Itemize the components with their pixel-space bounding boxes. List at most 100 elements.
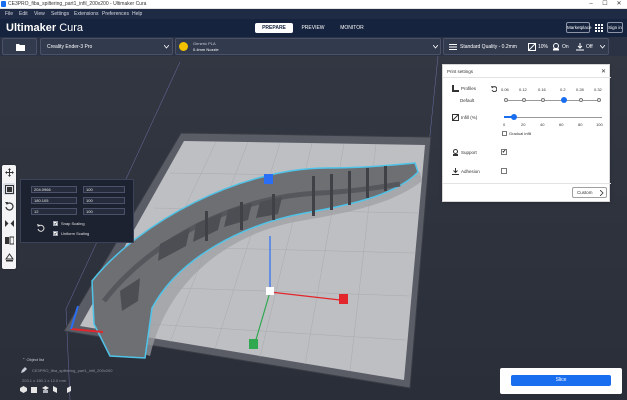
menu-view[interactable]: View [34, 11, 45, 17]
infill-tick: 40 [540, 122, 545, 127]
profiles-label: Profiles [461, 86, 477, 91]
tab-monitor[interactable]: MONITOR [334, 23, 370, 33]
mirror-tool[interactable] [3, 217, 15, 229]
menu-edit[interactable]: Edit [19, 11, 28, 17]
rotate-tool[interactable] [3, 200, 15, 212]
menu-file[interactable]: File [5, 11, 13, 17]
minimize-button[interactable]: – [585, 0, 597, 9]
z-percent-field[interactable]: 100 [83, 208, 125, 215]
x-percent-field[interactable]: 100 [83, 186, 125, 193]
object-list-item[interactable]: CE3PRO_fiba_spiltering_part1_infil_200x2… [32, 368, 113, 373]
center-handle[interactable] [266, 287, 274, 295]
view-front-icon[interactable] [31, 386, 38, 393]
open-file-button[interactable] [2, 38, 37, 55]
uniform-scaling-label: Uniform Scaling [61, 231, 90, 236]
z-axis-handle[interactable] [264, 174, 273, 184]
view-right-icon[interactable] [64, 386, 71, 393]
x-axis-handle[interactable] [339, 294, 348, 304]
profile-slider-handle[interactable] [561, 97, 567, 103]
window-title-bar: CE3PRO_fiba_spiltering_part1_infil_200x2… [0, 0, 627, 9]
adhesion-icon [576, 43, 584, 51]
gradual-infill-checkbox[interactable] [502, 131, 507, 136]
profile-slider-stop[interactable] [504, 98, 508, 102]
profile-tick: 0.06 [501, 87, 509, 92]
infill-tick: 60 [559, 122, 564, 127]
infill-icon [452, 114, 459, 121]
support-blocker-icon [4, 252, 14, 261]
app-header: Ultimaker Cura PREPARE PREVIEW MONITOR M… [0, 19, 627, 37]
per-model-settings-icon [4, 236, 14, 244]
profile-tick: 0.12 [519, 87, 527, 92]
folder-icon [16, 44, 25, 51]
reset-icon[interactable] [37, 224, 45, 232]
profile-slider-track[interactable] [505, 100, 600, 101]
scale-tool[interactable] [3, 183, 15, 195]
close-button[interactable]: ✕ [613, 0, 625, 9]
gradual-infill-label: Gradual infill [509, 131, 532, 136]
view-left-icon[interactable] [53, 386, 60, 393]
infill-icon [528, 43, 536, 51]
menu-extensions[interactable]: Extensions [74, 11, 98, 17]
infill-slider-track[interactable] [504, 117, 602, 118]
snap-scaling-label: Snap Scaling [61, 221, 85, 226]
pencil-icon[interactable] [21, 367, 27, 373]
printer-name: Creality Ender-3 Pro [47, 44, 93, 50]
view-top-icon[interactable] [42, 386, 49, 393]
close-panel-icon[interactable]: ✕ [601, 68, 606, 75]
profile-slider-stop[interactable] [541, 98, 545, 102]
signin-button[interactable]: Sign in [607, 22, 623, 33]
custom-button-label: Custom [577, 190, 593, 195]
profile-tick: 0.16 [538, 87, 546, 92]
scale-icon [4, 184, 14, 194]
app-logo: Ultimaker Cura [6, 22, 84, 34]
quality-label: Standard Quality - 0.2mm [460, 44, 517, 50]
chevron-down-icon [600, 45, 605, 49]
support-icon [553, 43, 559, 51]
tab-preview[interactable]: PREVIEW [297, 23, 329, 33]
menu-preferences[interactable]: Preferences [102, 11, 129, 17]
support-blocker-tool[interactable] [3, 251, 15, 263]
divider [443, 183, 611, 184]
infill-label: Infill (%) [461, 115, 478, 120]
tab-prepare[interactable]: PREPARE [255, 23, 293, 33]
adhesion-checkbox[interactable] [501, 168, 507, 174]
printer-selector[interactable]: Creality Ender-3 Pro [40, 38, 173, 55]
y-size-field[interactable]: 180.105 [31, 197, 77, 204]
support-checkbox[interactable]: ✔ [501, 149, 507, 155]
y-axis-handle[interactable] [249, 339, 258, 349]
menu-settings[interactable]: Settings [51, 11, 69, 17]
profile-slider-stop[interactable] [522, 98, 526, 102]
view-3d-icon[interactable] [20, 386, 27, 393]
snap-scaling-checkbox[interactable]: ✔ [53, 221, 58, 226]
x-size-field[interactable]: 204.0966 [31, 186, 77, 193]
per-model-settings-tool[interactable] [3, 234, 15, 246]
support-value: On [562, 44, 569, 50]
infill-slider-handle[interactable] [511, 114, 517, 120]
custom-settings-button[interactable]: Custom [572, 187, 607, 198]
slice-button[interactable]: Slice [511, 375, 611, 386]
move-icon [4, 167, 14, 177]
tool-panel [2, 165, 16, 269]
menu-help[interactable]: Help [132, 11, 142, 17]
profile-slider-stop[interactable] [597, 98, 601, 102]
move-tool[interactable] [3, 166, 15, 178]
maximize-button[interactable]: ☐ [599, 0, 611, 9]
material-selector[interactable]: Generic PLA 0.4mm Nozzle [175, 38, 441, 55]
marketplace-button[interactable]: Marketplace [566, 22, 592, 33]
print-settings-selector[interactable]: Standard Quality - 0.2mm 10% On Off [443, 38, 609, 55]
apps-grid-icon[interactable] [595, 24, 603, 32]
profiles-icon [452, 85, 459, 92]
profile-slider-stop[interactable] [579, 98, 583, 102]
z-size-field[interactable]: 12 [31, 208, 77, 215]
reset-profile-icon[interactable] [491, 86, 497, 92]
material-color-swatch [179, 42, 188, 51]
app-icon [1, 1, 6, 7]
chevron-right-icon [600, 190, 604, 196]
nozzle-size: 0.4mm Nozzle [193, 47, 219, 52]
uniform-scaling-checkbox[interactable]: ✔ [53, 231, 58, 236]
object-list-header[interactable]: ⌃ Object list [22, 357, 44, 362]
action-panel: Slice [500, 368, 622, 394]
profile-tick: 0.28 [576, 87, 584, 92]
y-percent-field[interactable]: 100 [83, 197, 125, 204]
adhesion-label: Adhesion [461, 169, 480, 174]
